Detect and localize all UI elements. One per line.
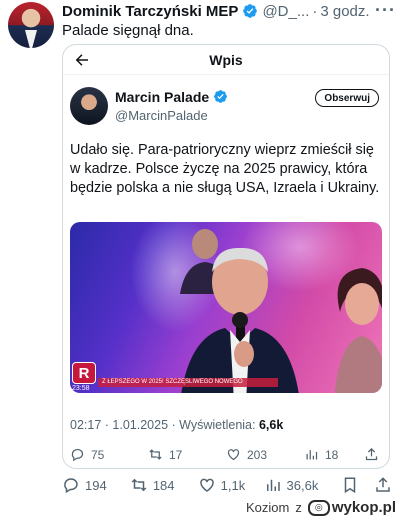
verified-badge-icon xyxy=(213,89,229,105)
views-count: 36,6k xyxy=(286,477,319,493)
quoted-author-avatar[interactable] xyxy=(70,87,108,125)
quoted-share-button[interactable] xyxy=(364,447,379,462)
tv-clock: 23:58 xyxy=(72,385,90,392)
views-bar-chart-icon xyxy=(266,479,280,491)
author-line: Dominik Tarczyński MEP @D_... · 3 godz. xyxy=(62,1,394,21)
meta-separator: · xyxy=(171,418,176,432)
post-time[interactable]: 3 godz. xyxy=(320,3,369,20)
author-avatar[interactable] xyxy=(8,2,54,48)
views-count: 18 xyxy=(325,447,339,462)
heart-icon xyxy=(227,449,240,461)
bookmark-button[interactable] xyxy=(341,476,374,494)
reply-count: 75 xyxy=(91,447,105,462)
smiling-woman xyxy=(334,268,382,393)
more-horizontal-icon[interactable]: ··· xyxy=(375,0,396,21)
quoted-author-handle[interactable]: @MarcinPalade xyxy=(115,108,229,123)
follow-button[interactable]: Obserwuj xyxy=(315,89,379,107)
tv-channel-logo: R xyxy=(72,362,96,384)
post-text: Palade sięgnął dna. xyxy=(62,22,194,39)
reply-icon xyxy=(71,448,84,462)
quoted-reply-button[interactable]: 75 xyxy=(70,447,148,462)
watermark-prefix: z xyxy=(295,500,302,515)
author-name[interactable]: Dominik Tarczyński MEP xyxy=(62,3,238,20)
quoted-author-name[interactable]: Marcin Palade xyxy=(115,89,209,105)
tweet: Dominik Tarczyński MEP @D_... · 3 godz. … xyxy=(0,0,400,521)
wykop-logo-icon: ◎ xyxy=(307,499,330,516)
author-handle[interactable]: @D_... xyxy=(262,3,309,20)
repost-count: 184 xyxy=(152,477,175,493)
quoted-date[interactable]: 1.01.2025 xyxy=(112,418,168,432)
repost-button[interactable]: 184 xyxy=(130,476,198,494)
like-count: 203 xyxy=(247,447,268,462)
quoted-views-button[interactable]: 18 xyxy=(304,447,364,462)
like-button[interactable]: 1,1k xyxy=(198,476,264,494)
quoted-like-button[interactable]: 203 xyxy=(226,447,304,462)
reply-count: 194 xyxy=(85,477,107,493)
views-value: 6,6k xyxy=(258,418,284,432)
share-icon xyxy=(365,447,378,461)
verified-badge-icon xyxy=(242,3,258,19)
share-icon xyxy=(376,477,390,492)
quoted-action-bar: 75 17 203 18 xyxy=(70,447,382,462)
action-bar: 194 184 1,1k 36,6k xyxy=(62,475,392,495)
heart-icon xyxy=(199,478,214,492)
repost-icon xyxy=(131,478,147,492)
quoted-post-card[interactable]: Wpis Marcin Palade @MarcinPalade Obserwu… xyxy=(62,44,390,469)
watermark-user: Koziom xyxy=(245,500,290,515)
quoted-post-text: Udało się. Para-patrioryczny wieprz zmie… xyxy=(70,142,380,196)
share-button[interactable] xyxy=(374,476,392,494)
quoted-repost-button[interactable]: 17 xyxy=(148,447,226,462)
wykop-brand: wykop.pl xyxy=(331,499,396,516)
reply-button[interactable]: 194 xyxy=(62,476,130,494)
bookmark-icon xyxy=(344,477,356,494)
tv-ticker: Z ŁEPSZEGO W 2025! SZCZĘŚLIWEGO NOWEGO xyxy=(98,378,278,387)
separator-dot: · xyxy=(312,2,318,20)
quoted-post-image[interactable]: R Z ŁEPSZEGO W 2025! SZCZĘŚLIWEGO NOWEGO… xyxy=(70,222,382,393)
embed-header: Wpis xyxy=(63,45,389,75)
repost-count: 17 xyxy=(169,447,183,462)
views-button[interactable]: 36,6k xyxy=(264,476,342,494)
like-count: 1,1k xyxy=(220,477,246,493)
speaking-man xyxy=(181,247,299,393)
views-label: Wyświetlenia: xyxy=(179,418,256,432)
quoted-post-meta: 02:17 · 1.01.2025 · Wyświetlenia: 6,6k xyxy=(70,418,283,432)
meta-separator: · xyxy=(104,418,109,432)
views-bar-chart-icon xyxy=(306,450,318,460)
embed-title: Wpis xyxy=(209,51,243,68)
quoted-time[interactable]: 02:17 xyxy=(70,418,101,432)
quoted-author-block: Marcin Palade @MarcinPalade xyxy=(115,89,229,123)
wykop-logo: ◎ wykop.pl xyxy=(307,499,396,516)
watermark: Koziom z ◎ wykop.pl xyxy=(246,499,396,516)
reply-icon xyxy=(64,478,78,494)
back-arrow-icon[interactable] xyxy=(73,51,91,69)
repost-icon xyxy=(149,449,162,460)
